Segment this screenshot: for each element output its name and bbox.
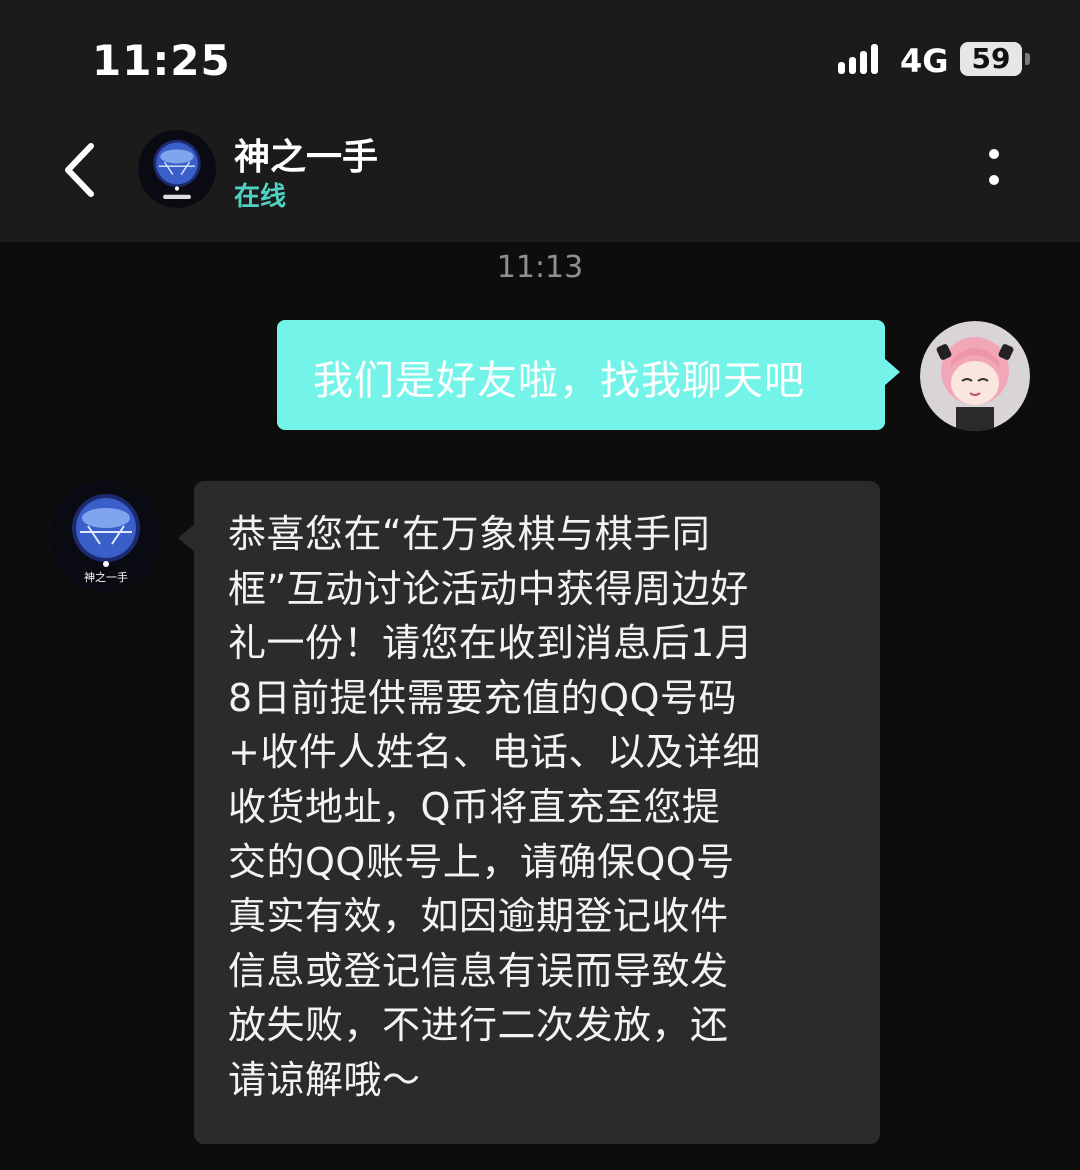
network-type: 4G (900, 42, 949, 80)
message-line: 框”互动讨论活动中获得周边好 (228, 566, 749, 611)
back-arrow-icon[interactable] (58, 138, 108, 202)
battery-icon: 59 (960, 42, 1022, 76)
my-avatar[interactable] (920, 321, 1030, 431)
message-line: 交的QQ账号上，请确保QQ号 (228, 839, 735, 884)
go-board-logo-icon (138, 130, 216, 208)
message-line: 放失败，不进行二次发放，还 (228, 1003, 729, 1048)
sender-avatar[interactable]: 神之一手 (50, 480, 162, 592)
avatar-caption: 神之一手 (84, 570, 128, 584)
go-board-logo-icon: 神之一手 (50, 480, 162, 592)
top-bar: 11:25 4G 59 神之一手 在线 (0, 0, 1080, 242)
received-bubble-tail (178, 524, 195, 552)
contact-avatar[interactable] (138, 130, 216, 208)
online-status: 在线 (234, 182, 287, 212)
message-line: 真实有效，如因逾期登记收件 (228, 894, 729, 939)
sent-message-text: 我们是好友啦，找我聊天吧 (313, 358, 805, 404)
chat-screen: 11:25 4G 59 神之一手 在线 11:13 我们是好友啦，找我聊天吧 神… (0, 0, 1080, 1170)
received-message-bubble[interactable]: 恭喜您在“在万象棋与棋手同 框”互动讨论活动中获得周边好 礼一份！请您在收到消息… (194, 481, 880, 1144)
more-vertical-icon[interactable] (976, 146, 1012, 196)
contact-name: 神之一手 (234, 137, 379, 178)
message-line: 恭喜您在“在万象棋与棋手同 (228, 512, 711, 556)
message-line: 收货地址，Q币将直充至您提 (228, 784, 721, 829)
sent-bubble-tail (884, 358, 900, 386)
message-line: 请谅解哦～ (228, 1057, 421, 1102)
status-time: 11:25 (92, 36, 231, 85)
message-line: 8日前提供需要充值的QQ号码 (228, 675, 737, 720)
battery-level: 59 (971, 42, 1011, 75)
sent-message-bubble[interactable]: 我们是好友啦，找我聊天吧 (277, 320, 885, 430)
message-timestamp: 11:13 (496, 250, 584, 285)
anime-girl-avatar-icon (920, 321, 1030, 431)
message-line: +收件人姓名、电话、以及详细 (228, 730, 761, 775)
battery-tip (1025, 53, 1030, 65)
message-line: 礼一份！请您在收到消息后1月 (228, 621, 754, 666)
cellular-signal-icon (838, 44, 878, 74)
message-line: 信息或登记信息有误而导致发 (228, 948, 729, 993)
